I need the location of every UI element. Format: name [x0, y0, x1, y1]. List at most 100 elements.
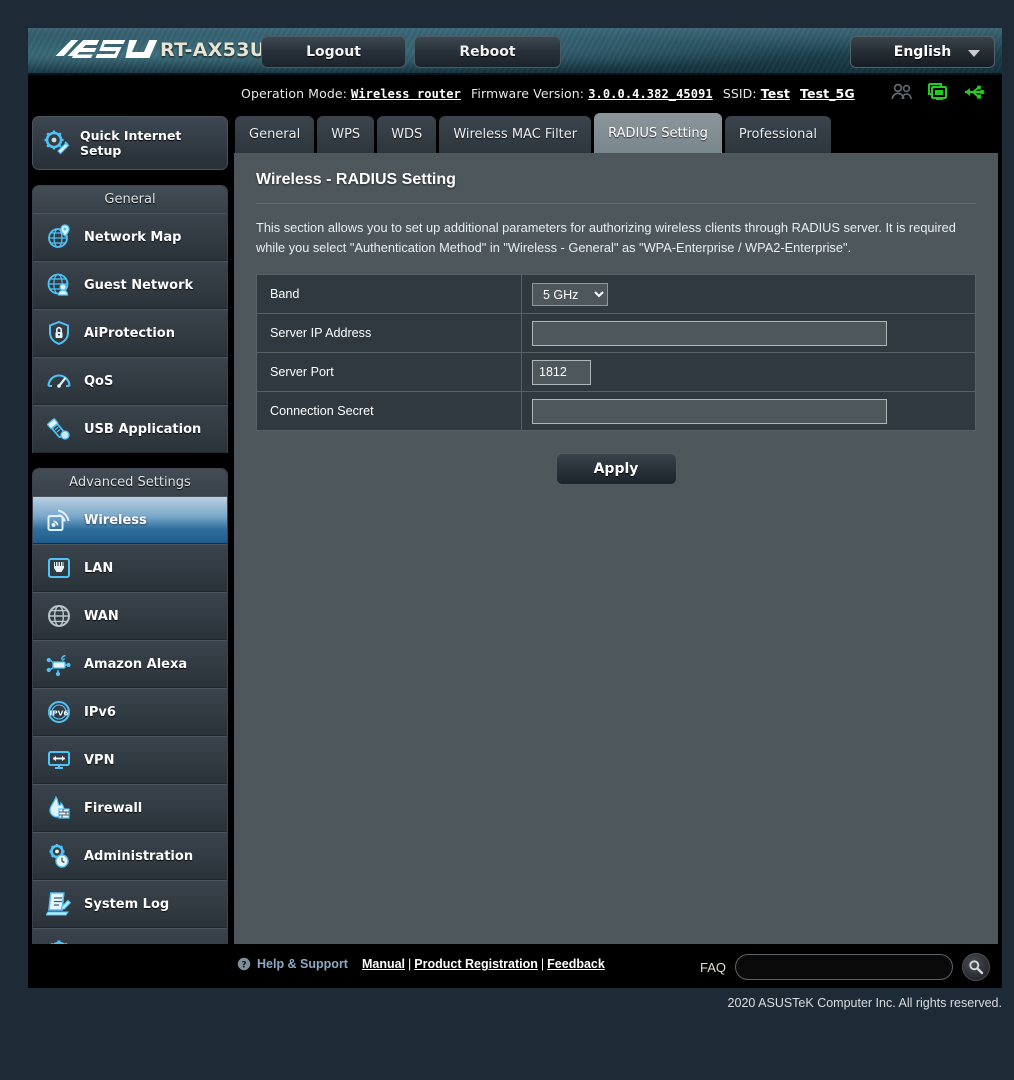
field-label-server-ip-address: Server IP Address [256, 313, 522, 353]
firmware-version-value[interactable]: 3.0.0.4.382_45091 [588, 87, 713, 101]
administration-gear-icon [45, 842, 73, 870]
status-icon-group [890, 82, 986, 102]
language-selector[interactable]: English [850, 36, 995, 68]
sidebar-item-wireless[interactable]: Wireless [33, 496, 227, 544]
feedback-link[interactable]: Feedback [547, 957, 605, 971]
firewall-flame-icon [45, 794, 73, 822]
status-info-bar: Operation Mode: Wireless router Firmware… [28, 75, 1002, 113]
footer: ? Help & Support Manual | Product Registra… [28, 944, 1002, 988]
logout-button[interactable]: Logout [261, 36, 406, 68]
quick-internet-setup-icon [43, 129, 71, 157]
page-description: This section allows you to set up additi… [256, 220, 956, 255]
tab-radius-setting[interactable]: RADIUS Setting [594, 113, 722, 153]
sidebar-item-lan[interactable]: LAN [33, 544, 227, 592]
sidebar-item-label: IPv6 [84, 704, 116, 720]
monitor-icon[interactable] [927, 82, 949, 102]
sidebar-item-wan[interactable]: WAN [33, 592, 227, 640]
language-selector-value: English [893, 44, 952, 60]
radius-settings-table: Band 5 GHz Server IP Address Server Port… [256, 274, 976, 431]
faq-search-button[interactable] [962, 953, 990, 981]
server-ip-address-input[interactable] [532, 320, 887, 346]
sidebar-item-firewall[interactable]: Firewall [33, 784, 227, 832]
system-log-icon [45, 890, 73, 918]
info-text: Operation Mode: Wireless router Firmware… [241, 86, 855, 101]
band-select[interactable]: 5 GHz [532, 282, 608, 306]
sidebar-item-label: Guest Network [84, 277, 194, 293]
sidebar-item-amazon-alexa[interactable]: Amazon Alexa [33, 640, 227, 688]
footer-links: Manual | Product Registration | Feedback [362, 957, 605, 971]
sidebar-group-general: General Network Map Guest Network AiProt… [32, 185, 228, 453]
help-support-block: ? Help & Support Manual | Product Registra… [237, 957, 605, 971]
sidebar-item-administration[interactable]: Administration [33, 832, 227, 880]
sidebar-item-guest-network[interactable]: Guest Network [33, 261, 227, 309]
sidebar-item-label: Firewall [84, 800, 143, 816]
tab-wps[interactable]: WPS [317, 116, 375, 153]
tab-general[interactable]: General [235, 116, 315, 153]
quick-internet-setup-button[interactable]: Quick Internet Setup [32, 116, 228, 170]
connection-secret-input[interactable] [532, 398, 887, 424]
model-name: RT-AX53U [160, 39, 266, 61]
quick-internet-setup-label: Quick Internet Setup [80, 128, 181, 158]
qis-line-2: Setup [80, 143, 122, 158]
sidebar: Quick Internet Setup General Network Map… [32, 113, 228, 976]
faq-block: FAQ [700, 953, 990, 981]
product-registration-link[interactable]: Product Registration [414, 957, 538, 971]
network-map-icon [45, 223, 73, 251]
server-port-input[interactable] [532, 359, 591, 385]
faq-label: FAQ [699, 959, 726, 975]
help-support-label: Help & Support [257, 957, 348, 971]
table-row-connection-secret: Connection Secret [256, 391, 976, 431]
sidebar-item-label: USB Application [84, 421, 202, 437]
ssid-value-5g[interactable]: Test_5G [800, 86, 855, 101]
usb-icon[interactable] [962, 82, 986, 102]
ipv6-icon: IPV6 [45, 698, 73, 726]
asus-logo [53, 38, 160, 66]
operation-mode-value[interactable]: Wireless router [351, 87, 461, 101]
body-wrapper: Quick Internet Setup General Network Map… [28, 113, 1002, 988]
sidebar-item-label: Wireless [84, 512, 147, 528]
tab-wds[interactable]: WDS [377, 116, 437, 153]
sidebar-item-usb-application[interactable]: USB Application [33, 405, 227, 453]
footer-link-separator-1: | [408, 957, 412, 971]
sidebar-item-label: QoS [84, 373, 114, 389]
sidebar-item-ipv6[interactable]: IPV6 IPv6 [33, 688, 227, 736]
usb-application-icon [45, 415, 73, 443]
sidebar-item-label: AiProtection [84, 325, 175, 341]
sidebar-item-label: Administration [84, 848, 194, 864]
sidebar-item-label: Amazon Alexa [84, 656, 188, 672]
chevron-down-icon [968, 50, 980, 57]
sidebar-item-qos[interactable]: QoS [33, 357, 227, 405]
vpn-monitor-icon [45, 746, 73, 774]
svg-text:IPV6: IPV6 [49, 708, 68, 717]
tab-professional[interactable]: Professional [724, 116, 831, 153]
svg-text:?: ? [241, 960, 246, 970]
sidebar-item-system-log[interactable]: System Log [33, 880, 227, 928]
guest-network-icon [45, 271, 73, 299]
clients-icon[interactable] [890, 82, 914, 102]
manual-link[interactable]: Manual [362, 957, 405, 971]
main-column: General WPS WDS Wireless MAC Filter RADI… [234, 113, 998, 959]
copyright-text: 2020 ASUSTeK Computer Inc. All rights re… [727, 996, 1002, 1010]
asus-logo-mark [55, 40, 158, 58]
field-cell-band: 5 GHz [521, 274, 976, 314]
reboot-button[interactable]: Reboot [414, 36, 561, 68]
sidebar-item-label: System Log [84, 896, 170, 912]
faq-search-input[interactable] [735, 954, 953, 980]
tab-bar: General WPS WDS Wireless MAC Filter RADI… [234, 113, 998, 153]
apply-button[interactable]: Apply [555, 453, 677, 485]
ssid-value-2g[interactable]: Test [761, 86, 790, 101]
router-admin-window: RT-AX53U Logout Reboot English Operation… [28, 28, 1002, 988]
sidebar-item-vpn[interactable]: VPN [33, 736, 227, 784]
lan-port-icon [45, 554, 73, 582]
footer-link-separator-2: | [540, 957, 545, 971]
sidebar-item-network-map[interactable]: Network Map [33, 213, 227, 261]
table-row-server-port: Server Port [256, 352, 976, 392]
sidebar-group-general-header: General [33, 186, 227, 213]
help-circle-icon[interactable]: ? [237, 957, 251, 971]
field-label-band: Band [256, 274, 522, 314]
sidebar-item-label: Network Map [84, 229, 182, 245]
field-label-connection-secret: Connection Secret [256, 391, 522, 431]
tab-wireless-mac-filter[interactable]: Wireless MAC Filter [439, 116, 592, 153]
shield-lock-icon [45, 319, 73, 347]
sidebar-item-aiprotection[interactable]: AiProtection [33, 309, 227, 357]
